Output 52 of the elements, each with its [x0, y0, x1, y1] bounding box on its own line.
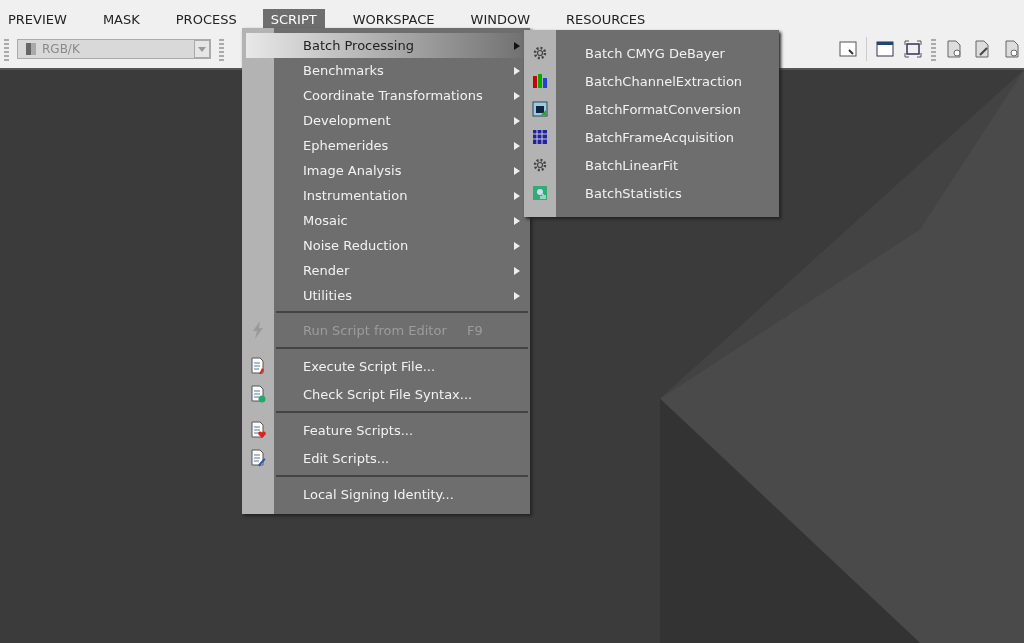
grid-icon	[532, 129, 548, 145]
submenu-arrow-icon	[514, 66, 520, 75]
submenu-arrow-icon	[514, 291, 520, 300]
menu-item[interactable]: BatchStatistics	[524, 179, 779, 207]
script-check-icon	[250, 385, 266, 403]
chart-icon	[532, 185, 548, 201]
menu-item[interactable]: Noise Reduction	[242, 233, 530, 258]
fit-view-icon[interactable]	[903, 39, 923, 59]
submenu-arrow-icon	[514, 241, 520, 250]
submenu-arrow-icon	[514, 216, 520, 225]
submenu-arrow-icon	[514, 41, 520, 50]
menu-item[interactable]: BatchLinearFit	[524, 151, 779, 179]
color-bars-icon	[532, 73, 548, 89]
menu-item[interactable]: Local Signing Identity...	[242, 480, 530, 508]
submenu-arrow-icon	[514, 191, 520, 200]
menu-item[interactable]: Edit Scripts...	[242, 444, 530, 472]
menu-title[interactable]: SCRIPT	[262, 9, 325, 30]
lightning-icon	[251, 321, 265, 339]
new-document-icon[interactable]	[944, 39, 964, 59]
submenu-arrow-icon	[514, 166, 520, 175]
toolbar-grip[interactable]	[931, 37, 936, 61]
edit-document-icon[interactable]	[972, 39, 992, 59]
toolbar-grip[interactable]	[219, 37, 224, 61]
submenu-arrow-icon	[514, 91, 520, 100]
gear-icon	[532, 157, 548, 173]
window-icon[interactable]	[875, 39, 895, 59]
menu-item[interactable]: BatchFrameAcquisition	[524, 123, 779, 151]
script-heart-icon	[250, 421, 266, 439]
menu-item[interactable]: BatchChannelExtraction	[524, 67, 779, 95]
menu-title[interactable]: WORKSPACE	[344, 9, 443, 30]
gear-icon	[532, 45, 548, 61]
menu-title[interactable]: MASK	[94, 9, 148, 30]
menu-item[interactable]: Utilities	[242, 283, 530, 308]
menu-item[interactable]: Check Script File Syntax...	[242, 380, 530, 408]
menu-title[interactable]: PREVIEW	[0, 9, 75, 30]
menu-item[interactable]: BatchFormatConversion	[524, 95, 779, 123]
menu-title[interactable]: RESOURCES	[558, 9, 654, 30]
submenu-arrow-icon	[514, 141, 520, 150]
picture-icon	[532, 101, 548, 117]
channel-swatch-icon	[26, 43, 36, 55]
script-edit-icon	[250, 449, 266, 467]
toolbar-grip[interactable]	[4, 37, 9, 61]
window-icon[interactable]	[838, 39, 858, 59]
submenu-arrow-icon	[514, 266, 520, 275]
submenu-arrow-icon	[514, 116, 520, 125]
menu-item[interactable]: Execute Script File...	[242, 352, 530, 380]
menu-item[interactable]: Feature Scripts...	[242, 416, 530, 444]
menu-title[interactable]: WINDOW	[462, 9, 539, 30]
menu-item[interactable]: Render	[242, 258, 530, 283]
menu-item[interactable]: Mosaic	[242, 208, 530, 233]
menu-title[interactable]: PROCESS	[167, 9, 245, 30]
script-file-icon	[250, 357, 266, 375]
